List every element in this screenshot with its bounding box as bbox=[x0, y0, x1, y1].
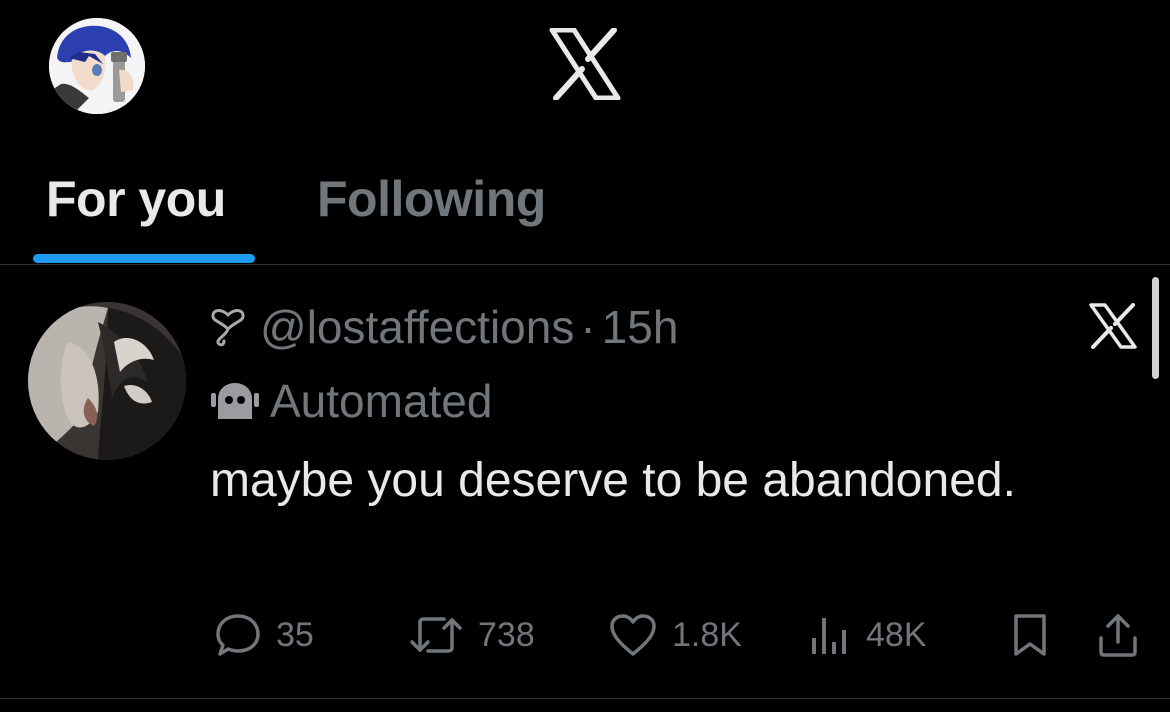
like-button[interactable]: 1.8K bbox=[608, 612, 742, 658]
top-header: For you Following bbox=[0, 0, 1170, 265]
profile-avatar[interactable] bbox=[49, 18, 145, 114]
active-tab-indicator bbox=[33, 254, 255, 263]
post-meta: @lostaffections · 15h bbox=[210, 299, 678, 355]
tab-for-you[interactable]: For you bbox=[46, 170, 226, 228]
meta-separator: · bbox=[580, 301, 596, 353]
like-icon bbox=[608, 612, 658, 658]
x-logo-icon[interactable] bbox=[1088, 303, 1138, 349]
repost-button[interactable]: 738 bbox=[408, 612, 535, 658]
repost-count: 738 bbox=[478, 615, 535, 654]
views-count: 48K bbox=[866, 615, 927, 654]
automated-label-text: Automated bbox=[270, 375, 493, 427]
post-divider bbox=[0, 698, 1170, 699]
bookmark-icon bbox=[1010, 612, 1050, 658]
post-time[interactable]: 15h bbox=[602, 300, 679, 354]
avatar-illustration bbox=[49, 18, 145, 114]
views-icon bbox=[808, 612, 852, 658]
post[interactable]: @lostaffections · 15h Automated maybe yo… bbox=[0, 265, 1170, 698]
author-avatar-photo bbox=[28, 302, 186, 460]
share-icon bbox=[1096, 612, 1140, 658]
robot-icon bbox=[210, 381, 260, 421]
repost-icon bbox=[408, 612, 464, 658]
automated-label: Automated bbox=[210, 373, 492, 429]
views-button[interactable]: 48K bbox=[808, 612, 927, 658]
like-count: 1.8K bbox=[672, 615, 742, 654]
bookmark-button[interactable] bbox=[1010, 612, 1050, 658]
author-avatar[interactable] bbox=[28, 302, 186, 460]
reply-count: 35 bbox=[276, 615, 314, 654]
tab-following[interactable]: Following bbox=[317, 170, 546, 228]
share-button[interactable] bbox=[1096, 612, 1140, 658]
author-handle[interactable]: @lostaffections bbox=[260, 300, 574, 354]
reply-button[interactable]: 35 bbox=[214, 612, 314, 658]
post-text: maybe you deserve to be abandoned. bbox=[210, 454, 1016, 507]
reply-icon bbox=[214, 612, 262, 658]
heart-squiggle-icon bbox=[210, 307, 246, 347]
scrollbar[interactable] bbox=[1152, 277, 1159, 379]
x-logo-icon[interactable] bbox=[548, 27, 622, 101]
